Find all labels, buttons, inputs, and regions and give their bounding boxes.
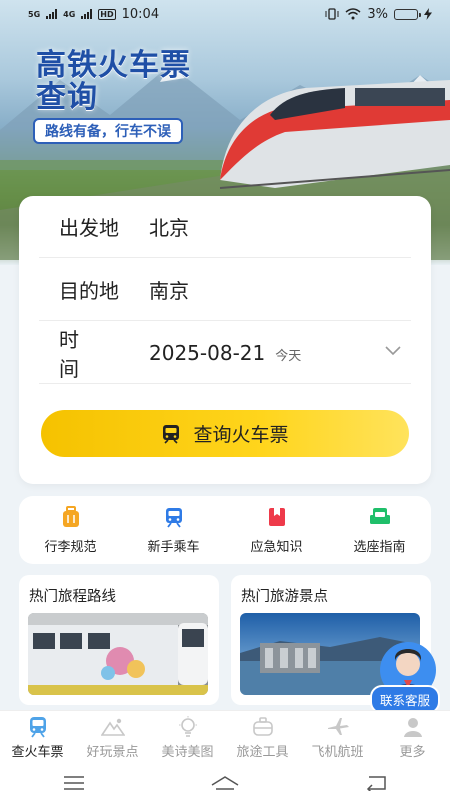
train-image [219, 80, 450, 189]
train-icon [163, 424, 180, 444]
nav-label: 旅途工具 [236, 745, 289, 760]
status-bar: 5G 4G HD 10:04 3% [0, 0, 450, 28]
quick-link-label: 应急知识 [250, 539, 303, 555]
signal-icon [46, 9, 58, 19]
network-4g-label: 4G [63, 9, 76, 19]
quick-link-emergency[interactable]: 应急知识 [225, 496, 328, 564]
luggage-icon [62, 505, 79, 527]
nav-tab-attractions[interactable]: 好玩景点 [75, 711, 150, 765]
popular-routes-card[interactable]: 热门旅程路线 [19, 575, 219, 705]
date-value: 2025-08-21 [149, 340, 266, 365]
menu-icon[interactable] [63, 775, 85, 790]
hero-title-line1: 高铁火车票 [36, 48, 191, 83]
clock: 10:04 [121, 6, 160, 22]
to-value[interactable]: 南京 [149, 275, 411, 304]
from-label: 出发地 [59, 216, 119, 240]
hero-title: 高铁火车票 查询 [36, 50, 191, 114]
nav-tab-poems-photos[interactable]: 美诗美图 [150, 711, 225, 765]
chevron-down-icon[interactable] [385, 346, 401, 356]
hero-title-line2: 查询 [36, 80, 98, 115]
customer-service-float[interactable]: 联系客服 [368, 640, 450, 714]
quick-link-luggage[interactable]: 行李规范 [19, 496, 122, 564]
popular-spots-title: 热门旅游景点 [241, 589, 328, 605]
back-icon[interactable] [365, 775, 387, 791]
seat-icon [369, 507, 390, 524]
nav-label: 飞机航班 [311, 745, 364, 760]
battery-icon [394, 8, 421, 20]
from-row[interactable]: 出发地 北京 [39, 196, 411, 258]
search-train-button[interactable]: 查询火车票 [41, 410, 409, 457]
quick-link-beginner[interactable]: 新手乘车 [122, 496, 225, 564]
to-row[interactable]: 目的地 南京 [39, 259, 411, 321]
from-value[interactable]: 北京 [149, 212, 411, 241]
date-field[interactable]: 2025-08-21 今天 [149, 341, 411, 365]
hd-badge: HD [98, 8, 116, 20]
bookmark-icon [268, 507, 285, 526]
nav-label: 好玩景点 [86, 745, 139, 760]
date-row[interactable]: 时间 2025-08-21 今天 [39, 322, 411, 384]
mountain-icon [100, 718, 125, 736]
network-5g-label: 5G [28, 9, 41, 19]
train-ticket-icon [29, 717, 46, 738]
nav-label: 更多 [399, 745, 426, 760]
nav-label: 美诗美图 [161, 745, 214, 760]
nav-tab-travel-tools[interactable]: 旅途工具 [225, 711, 300, 765]
signal-icon-2 [81, 9, 93, 19]
date-hint: 今天 [275, 348, 302, 364]
quick-link-label: 选座指南 [353, 539, 406, 555]
to-label: 目的地 [59, 279, 119, 303]
nav-tab-flights[interactable]: 飞机航班 [300, 711, 375, 765]
time-label: 时间 [59, 327, 107, 381]
nav-tab-more[interactable]: 更多 [375, 711, 450, 765]
popular-routes-title: 热门旅程路线 [29, 589, 116, 605]
nav-tab-train-tickets[interactable]: 查火车票 [0, 711, 75, 765]
lightbulb-icon [178, 716, 197, 737]
home-icon[interactable] [210, 775, 240, 791]
vibrate-icon [325, 8, 339, 20]
wifi-icon [345, 8, 361, 20]
charging-icon [424, 8, 432, 20]
train-icon [165, 507, 182, 528]
person-icon [403, 718, 422, 737]
airplane-icon [327, 718, 349, 735]
quick-links: 行李规范 新手乘车 应急知识 选座指南 [19, 496, 431, 564]
quick-link-label: 新手乘车 [147, 539, 200, 555]
system-nav-bar [0, 765, 450, 800]
search-card: 出发地 北京 目的地 南京 时间 2025-08-21 今天 查询火车票 [19, 196, 431, 484]
search-button-label: 查询火车票 [193, 424, 289, 446]
hero-slogan: 路线有备，行车不误 [33, 118, 183, 144]
train-photo [28, 613, 208, 695]
quick-link-seat-guide[interactable]: 选座指南 [328, 496, 431, 564]
bottom-nav: 查火车票 好玩景点 美诗美图 旅途工具 飞机航班 更多 [0, 710, 450, 765]
battery-percent: 3% [367, 6, 388, 22]
toolbox-icon [252, 717, 273, 736]
quick-link-label: 行李规范 [44, 539, 97, 555]
nav-label: 查火车票 [11, 745, 64, 760]
